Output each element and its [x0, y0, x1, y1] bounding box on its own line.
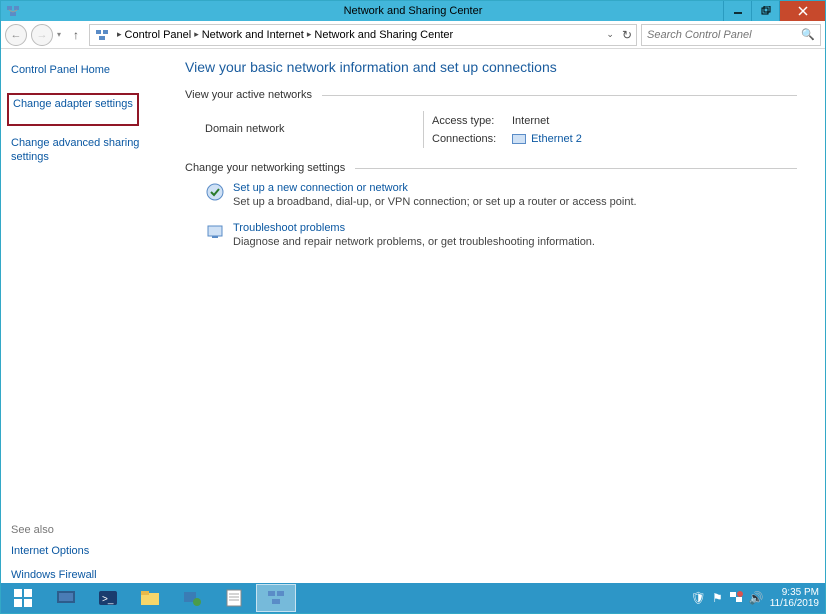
control-panel-home-link[interactable]: Control Panel Home [11, 63, 171, 77]
access-type-label: Access type: [432, 113, 512, 131]
troubleshoot-link[interactable]: Troubleshoot problems [233, 222, 345, 234]
divider [355, 168, 797, 169]
up-button[interactable]: ↑ [67, 26, 85, 44]
search-field[interactable] [647, 29, 815, 41]
tray-flag-icon[interactable]: ⚑ [712, 591, 723, 605]
see-also-label: See also [11, 524, 171, 536]
highlighted-annotation: Change adapter settings [7, 93, 139, 125]
access-type-value: Internet [512, 113, 549, 131]
tray-network-icon[interactable] [729, 590, 743, 607]
title-bar: Network and Sharing Center [1, 1, 825, 21]
active-network-block: Domain network Access type: Internet Con… [185, 111, 797, 148]
taskbar-powershell-icon[interactable]: >_ [88, 584, 128, 612]
taskbar-vmware-icon[interactable] [172, 584, 212, 612]
troubleshoot-desc: Diagnose and repair network problems, or… [233, 236, 595, 248]
tray-security-icon[interactable]: 🛡 [691, 591, 706, 605]
start-button[interactable] [1, 583, 45, 613]
internet-options-link[interactable]: Internet Options [11, 544, 171, 558]
clock-time: 9:35 PM [770, 587, 819, 598]
section-label: Change your networking settings [185, 162, 345, 174]
taskbar: >_ 🛡 ⚑ 🔊 9:35 PM 11/16/2019 [1, 583, 825, 613]
taskbar-server-manager-icon[interactable] [46, 584, 86, 612]
refresh-icon[interactable]: ↻ [622, 28, 632, 42]
chevron-right-icon[interactable]: ▸ [307, 29, 312, 40]
taskbar-notepad-icon[interactable] [214, 584, 254, 612]
troubleshoot-option[interactable]: Troubleshoot problems Diagnose and repai… [205, 222, 797, 248]
back-button[interactable]: ← [5, 24, 27, 46]
divider [322, 95, 797, 96]
connection-link[interactable]: Ethernet 2 [531, 133, 582, 145]
windows-firewall-link[interactable]: Windows Firewall [11, 568, 171, 582]
breadcrumb-item[interactable]: Control Panel [125, 29, 192, 41]
sidebar: Control Panel Home Change adapter settin… [1, 49, 181, 583]
connections-label: Connections: [432, 131, 512, 149]
taskbar-network-sharing-icon[interactable] [256, 584, 296, 612]
window-title: Network and Sharing Center [1, 5, 825, 17]
clock-date: 11/16/2019 [770, 598, 819, 609]
app-icon [5, 3, 21, 19]
forward-button[interactable]: → [31, 24, 53, 46]
system-clock[interactable]: 9:35 PM 11/16/2019 [770, 587, 819, 609]
search-input[interactable]: 🔍 [641, 24, 821, 46]
chevron-down-icon[interactable]: ⌄ [606, 29, 614, 40]
restore-button[interactable] [751, 1, 779, 21]
setup-connection-option[interactable]: Set up a new connection or network Set u… [205, 182, 797, 208]
network-sharing-icon [94, 27, 110, 43]
change-advanced-sharing-link[interactable]: Change advanced sharing settings [11, 136, 171, 165]
ethernet-icon [512, 134, 526, 144]
svg-text:>_: >_ [102, 594, 114, 605]
vertical-divider [423, 111, 424, 148]
network-category-label: Domain network [205, 123, 415, 135]
setup-connection-link[interactable]: Set up a new connection or network [233, 182, 408, 194]
troubleshoot-icon [205, 222, 225, 242]
chevron-right-icon[interactable]: ▸ [117, 29, 122, 40]
breadcrumb[interactable]: ▸ Control Panel ▸ Network and Internet ▸… [89, 24, 637, 46]
page-title: View your basic network information and … [185, 59, 797, 75]
search-icon: 🔍 [801, 28, 815, 41]
change-adapter-settings-link[interactable]: Change adapter settings [13, 97, 133, 111]
setup-connection-desc: Set up a broadband, dial-up, or VPN conn… [233, 196, 637, 208]
breadcrumb-item[interactable]: Network and Sharing Center [314, 29, 453, 41]
tray-volume-icon[interactable]: 🔊 [749, 591, 764, 605]
minimize-button[interactable] [723, 1, 751, 21]
close-button[interactable] [779, 1, 825, 21]
chevron-right-icon[interactable]: ▸ [194, 29, 199, 40]
main-content: View your basic network information and … [181, 49, 825, 583]
setup-connection-icon [205, 182, 225, 202]
history-dropdown-icon[interactable]: ▾ [57, 30, 61, 39]
breadcrumb-item[interactable]: Network and Internet [202, 29, 304, 41]
taskbar-file-explorer-icon[interactable] [130, 584, 170, 612]
navigation-bar: ← → ▾ ↑ ▸ Control Panel ▸ Network and In… [1, 21, 825, 49]
section-label: View your active networks [185, 89, 312, 101]
